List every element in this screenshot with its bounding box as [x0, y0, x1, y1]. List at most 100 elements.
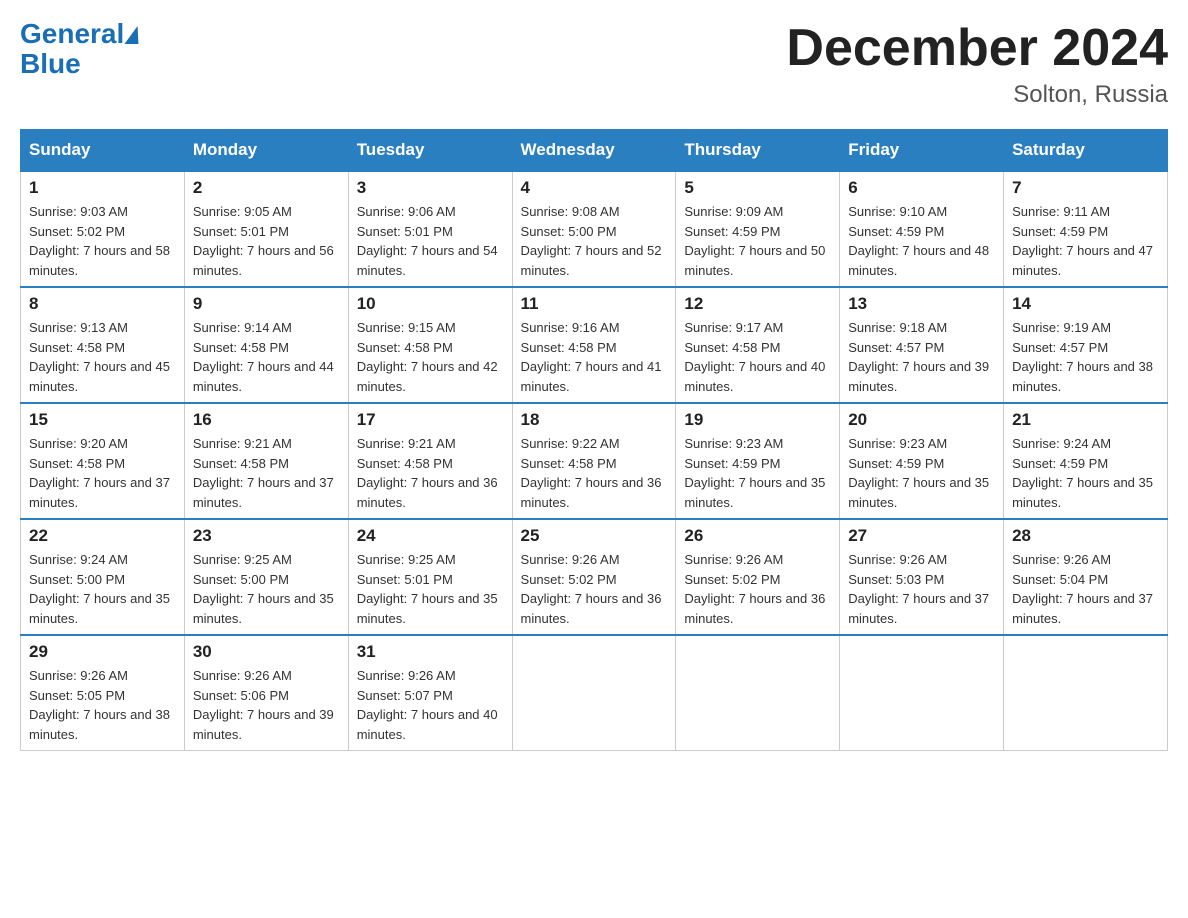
table-row: 18 Sunrise: 9:22 AMSunset: 4:58 PMDayligh… [512, 403, 676, 519]
table-row: 25 Sunrise: 9:26 AMSunset: 5:02 PMDayligh… [512, 519, 676, 635]
day-number: 1 [29, 178, 176, 198]
table-row: 13 Sunrise: 9:18 AMSunset: 4:57 PMDayligh… [840, 287, 1004, 403]
day-info: Sunrise: 9:05 AMSunset: 5:01 PMDaylight:… [193, 202, 340, 280]
calendar-week-row: 29 Sunrise: 9:26 AMSunset: 5:05 PMDayligh… [21, 635, 1168, 751]
table-row: 14Sunrise: 9:19 AMSunset: 4:57 PMDayligh… [1004, 287, 1168, 403]
day-number: 16 [193, 410, 340, 430]
day-info: Sunrise: 9:16 AMSunset: 4:58 PMDaylight:… [521, 318, 668, 396]
table-row: 6 Sunrise: 9:10 AMSunset: 4:59 PMDaylight… [840, 171, 1004, 287]
calendar-week-row: 1 Sunrise: 9:03 AMSunset: 5:02 PMDaylight… [21, 171, 1168, 287]
table-row: 20 Sunrise: 9:23 AMSunset: 4:59 PMDayligh… [840, 403, 1004, 519]
day-info: Sunrise: 9:20 AMSunset: 4:58 PMDaylight:… [29, 434, 176, 512]
calendar-title: December 2024 [786, 20, 1168, 77]
table-row: 5 Sunrise: 9:09 AMSunset: 4:59 PMDaylight… [676, 171, 840, 287]
col-tuesday: Tuesday [348, 130, 512, 172]
day-info: Sunrise: 9:26 AMSunset: 5:04 PMDaylight:… [1012, 550, 1159, 628]
col-thursday: Thursday [676, 130, 840, 172]
table-row: 15 Sunrise: 9:20 AMSunset: 4:58 PMDayligh… [21, 403, 185, 519]
table-row: 17Sunrise: 9:21 AMSunset: 4:58 PMDayligh… [348, 403, 512, 519]
day-number: 19 [684, 410, 831, 430]
table-row: 11 Sunrise: 9:16 AMSunset: 4:58 PMDayligh… [512, 287, 676, 403]
calendar-week-row: 22Sunrise: 9:24 AMSunset: 5:00 PMDayligh… [21, 519, 1168, 635]
day-number: 31 [357, 642, 504, 662]
page-header: General Blue December 2024 Solton, Russi… [20, 20, 1168, 109]
calendar-header-row: Sunday Monday Tuesday Wednesday Thursday… [21, 130, 1168, 172]
table-row: 16Sunrise: 9:21 AMSunset: 4:58 PMDayligh… [184, 403, 348, 519]
day-info: Sunrise: 9:23 AMSunset: 4:59 PMDaylight:… [684, 434, 831, 512]
day-number: 12 [684, 294, 831, 314]
table-row: 8Sunrise: 9:13 AMSunset: 4:58 PMDaylight… [21, 287, 185, 403]
col-saturday: Saturday [1004, 130, 1168, 172]
day-number: 11 [521, 294, 668, 314]
table-row: 7 Sunrise: 9:11 AMSunset: 4:59 PMDaylight… [1004, 171, 1168, 287]
table-row: 2 Sunrise: 9:05 AMSunset: 5:01 PMDaylight… [184, 171, 348, 287]
col-wednesday: Wednesday [512, 130, 676, 172]
logo-text-blue: Blue [20, 48, 81, 80]
calendar-subtitle: Solton, Russia [786, 81, 1168, 109]
day-number: 25 [521, 526, 668, 546]
calendar-week-row: 15 Sunrise: 9:20 AMSunset: 4:58 PMDayligh… [21, 403, 1168, 519]
calendar-title-block: December 2024 Solton, Russia [786, 20, 1168, 109]
table-row: 10 Sunrise: 9:15 AMSunset: 4:58 PMDayligh… [348, 287, 512, 403]
day-info: Sunrise: 9:15 AMSunset: 4:58 PMDaylight:… [357, 318, 504, 396]
day-number: 13 [848, 294, 995, 314]
day-number: 21 [1012, 410, 1159, 430]
logo-text-general: General [20, 20, 140, 48]
day-info: Sunrise: 9:26 AMSunset: 5:07 PMDaylight:… [357, 666, 504, 744]
day-number: 29 [29, 642, 176, 662]
table-row [676, 635, 840, 751]
table-row: 21 Sunrise: 9:24 AMSunset: 4:59 PMDayligh… [1004, 403, 1168, 519]
table-row: 9 Sunrise: 9:14 AMSunset: 4:58 PMDaylight… [184, 287, 348, 403]
table-row: 27Sunrise: 9:26 AMSunset: 5:03 PMDayligh… [840, 519, 1004, 635]
logo: General Blue [20, 20, 140, 80]
day-info: Sunrise: 9:23 AMSunset: 4:59 PMDaylight:… [848, 434, 995, 512]
day-number: 10 [357, 294, 504, 314]
day-info: Sunrise: 9:22 AMSunset: 4:58 PMDaylight:… [521, 434, 668, 512]
table-row: 24Sunrise: 9:25 AMSunset: 5:01 PMDayligh… [348, 519, 512, 635]
day-info: Sunrise: 9:24 AMSunset: 5:00 PMDaylight:… [29, 550, 176, 628]
day-info: Sunrise: 9:11 AMSunset: 4:59 PMDaylight:… [1012, 202, 1159, 280]
day-info: Sunrise: 9:03 AMSunset: 5:02 PMDaylight:… [29, 202, 176, 280]
day-number: 20 [848, 410, 995, 430]
day-number: 24 [357, 526, 504, 546]
day-number: 28 [1012, 526, 1159, 546]
table-row: 30 Sunrise: 9:26 AMSunset: 5:06 PMDayligh… [184, 635, 348, 751]
day-info: Sunrise: 9:26 AMSunset: 5:02 PMDaylight:… [684, 550, 831, 628]
table-row: 3 Sunrise: 9:06 AMSunset: 5:01 PMDaylight… [348, 171, 512, 287]
day-info: Sunrise: 9:26 AMSunset: 5:03 PMDaylight:… [848, 550, 995, 628]
table-row: 1 Sunrise: 9:03 AMSunset: 5:02 PMDaylight… [21, 171, 185, 287]
day-info: Sunrise: 9:26 AMSunset: 5:05 PMDaylight:… [29, 666, 176, 744]
day-number: 15 [29, 410, 176, 430]
table-row [1004, 635, 1168, 751]
day-info: Sunrise: 9:25 AMSunset: 5:00 PMDaylight:… [193, 550, 340, 628]
day-number: 2 [193, 178, 340, 198]
table-row: 28 Sunrise: 9:26 AMSunset: 5:04 PMDayligh… [1004, 519, 1168, 635]
day-number: 9 [193, 294, 340, 314]
day-info: Sunrise: 9:14 AMSunset: 4:58 PMDaylight:… [193, 318, 340, 396]
day-info: Sunrise: 9:26 AMSunset: 5:06 PMDaylight:… [193, 666, 340, 744]
day-number: 14 [1012, 294, 1159, 314]
day-info: Sunrise: 9:10 AMSunset: 4:59 PMDaylight:… [848, 202, 995, 280]
calendar-week-row: 8Sunrise: 9:13 AMSunset: 4:58 PMDaylight… [21, 287, 1168, 403]
table-row: 26 Sunrise: 9:26 AMSunset: 5:02 PMDayligh… [676, 519, 840, 635]
col-sunday: Sunday [21, 130, 185, 172]
day-info: Sunrise: 9:13 AMSunset: 4:58 PMDaylight:… [29, 318, 176, 396]
day-number: 5 [684, 178, 831, 198]
day-info: Sunrise: 9:09 AMSunset: 4:59 PMDaylight:… [684, 202, 831, 280]
table-row: 31 Sunrise: 9:26 AMSunset: 5:07 PMDayligh… [348, 635, 512, 751]
table-row: 29 Sunrise: 9:26 AMSunset: 5:05 PMDayligh… [21, 635, 185, 751]
day-info: Sunrise: 9:18 AMSunset: 4:57 PMDaylight:… [848, 318, 995, 396]
day-number: 4 [521, 178, 668, 198]
day-number: 26 [684, 526, 831, 546]
day-info: Sunrise: 9:24 AMSunset: 4:59 PMDaylight:… [1012, 434, 1159, 512]
day-info: Sunrise: 9:17 AMSunset: 4:58 PMDaylight:… [684, 318, 831, 396]
day-number: 6 [848, 178, 995, 198]
day-info: Sunrise: 9:06 AMSunset: 5:01 PMDaylight:… [357, 202, 504, 280]
day-number: 3 [357, 178, 504, 198]
day-info: Sunrise: 9:26 AMSunset: 5:02 PMDaylight:… [521, 550, 668, 628]
table-row: 22Sunrise: 9:24 AMSunset: 5:00 PMDayligh… [21, 519, 185, 635]
day-number: 30 [193, 642, 340, 662]
day-number: 18 [521, 410, 668, 430]
day-number: 23 [193, 526, 340, 546]
day-number: 7 [1012, 178, 1159, 198]
